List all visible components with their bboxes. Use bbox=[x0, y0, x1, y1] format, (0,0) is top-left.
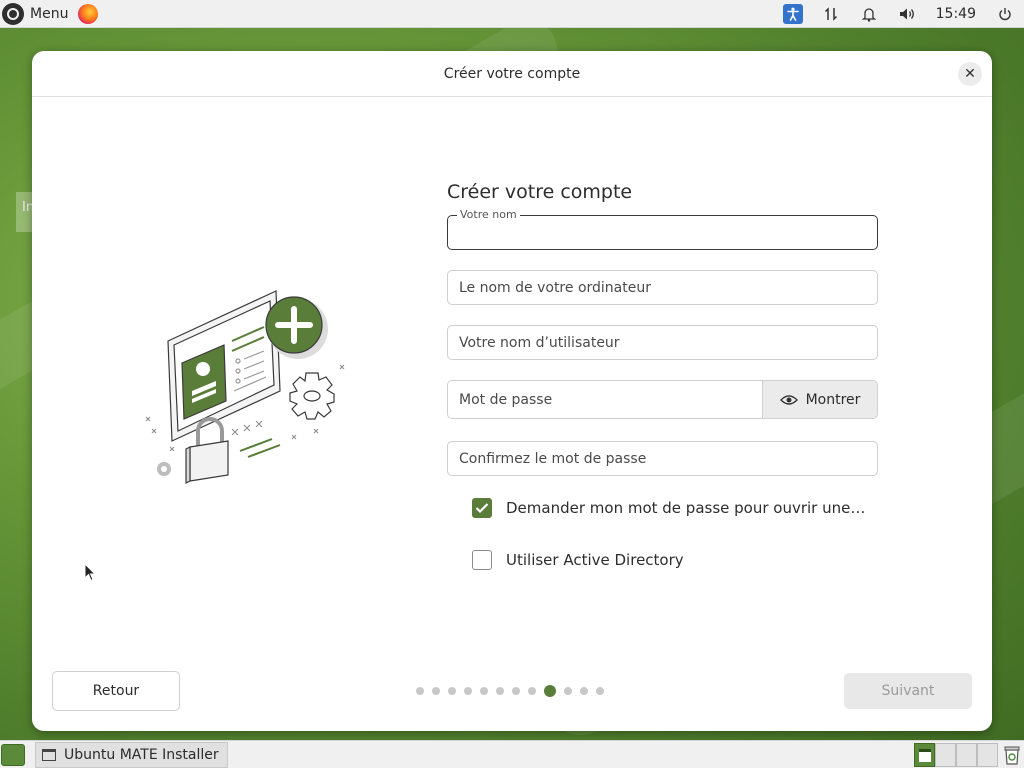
network-icon bbox=[824, 7, 837, 21]
computer-name-input[interactable] bbox=[448, 271, 877, 304]
computer-name-field[interactable] bbox=[447, 270, 878, 305]
close-icon: ✕ bbox=[964, 66, 976, 82]
workspace-1[interactable] bbox=[914, 743, 935, 767]
step-dot-active bbox=[544, 685, 556, 697]
trash-button[interactable] bbox=[1002, 743, 1022, 767]
step-dot bbox=[432, 687, 440, 695]
ubuntu-logo-icon bbox=[2, 2, 24, 25]
workspace-switcher bbox=[914, 743, 998, 767]
step-dot bbox=[416, 687, 424, 695]
accessibility-indicator[interactable] bbox=[774, 0, 812, 28]
username-field[interactable] bbox=[447, 325, 878, 360]
taskbar-item-label: Ubuntu MATE Installer bbox=[64, 746, 219, 763]
password-field[interactable]: Montrer bbox=[447, 380, 878, 419]
name-field-label: Votre nom bbox=[457, 208, 520, 221]
show-desktop-button[interactable] bbox=[1, 743, 25, 766]
network-indicator[interactable] bbox=[812, 0, 850, 28]
system-tray: 15:49 bbox=[774, 0, 1024, 28]
step-dot bbox=[528, 687, 536, 695]
trash-icon bbox=[1004, 746, 1020, 765]
ask-password-label: Demander mon mot de passe pour ouvrir un… bbox=[506, 499, 866, 517]
main-menu-button[interactable]: Menu bbox=[0, 0, 72, 28]
active-directory-option[interactable]: Utiliser Active Directory bbox=[472, 548, 878, 572]
step-dot bbox=[496, 687, 504, 695]
active-directory-checkbox[interactable] bbox=[472, 550, 492, 570]
step-dot bbox=[580, 687, 588, 695]
checkmark-icon bbox=[475, 503, 489, 514]
menu-label: Menu bbox=[30, 5, 69, 22]
notification-bell-icon bbox=[861, 7, 876, 22]
window-icon bbox=[42, 748, 56, 761]
step-dot bbox=[596, 687, 604, 695]
firefox-icon[interactable] bbox=[78, 3, 99, 24]
name-field[interactable]: Votre nom bbox=[447, 208, 878, 250]
notifications-indicator[interactable] bbox=[850, 0, 888, 28]
password-input[interactable] bbox=[448, 381, 762, 418]
volume-icon bbox=[899, 8, 914, 20]
taskbar-item-installer[interactable]: Ubuntu MATE Installer bbox=[35, 741, 228, 768]
step-dot bbox=[448, 687, 456, 695]
mouse-cursor-icon bbox=[84, 563, 96, 582]
form-heading: Créer votre compte bbox=[447, 181, 633, 203]
show-password-label: Montrer bbox=[805, 391, 861, 408]
confirm-password-field[interactable] bbox=[447, 441, 878, 476]
username-input[interactable] bbox=[448, 326, 877, 359]
ask-password-checkbox[interactable] bbox=[472, 498, 492, 518]
volume-indicator[interactable] bbox=[888, 0, 926, 28]
step-dot bbox=[564, 687, 572, 695]
bottom-panel: Ubuntu MATE Installer bbox=[0, 740, 1024, 768]
workspace-4[interactable] bbox=[977, 743, 998, 767]
step-dot bbox=[512, 687, 520, 695]
eye-icon bbox=[779, 394, 798, 405]
step-dot bbox=[480, 687, 488, 695]
show-password-button[interactable]: Montrer bbox=[762, 381, 877, 418]
clock[interactable]: 15:49 bbox=[926, 6, 986, 22]
step-dot bbox=[464, 687, 472, 695]
close-button[interactable]: ✕ bbox=[958, 62, 982, 86]
account-illustration bbox=[145, 290, 345, 484]
active-directory-label: Utiliser Active Directory bbox=[506, 551, 684, 569]
power-icon bbox=[999, 8, 1011, 21]
ask-password-option[interactable]: Demander mon mot de passe pour ouvrir un… bbox=[472, 496, 878, 520]
accessibility-icon bbox=[782, 4, 803, 24]
installer-window: Créer votre compte ✕ Créer votre compte … bbox=[32, 51, 992, 731]
window-titlebar[interactable]: Créer votre compte ✕ bbox=[32, 51, 992, 97]
window-title: Créer votre compte bbox=[443, 65, 581, 82]
power-indicator[interactable] bbox=[986, 0, 1024, 28]
back-button[interactable]: Retour bbox=[52, 671, 180, 711]
account-form: Créer votre compte Votre nom Montrer D bbox=[447, 181, 878, 572]
top-panel: Menu 15:49 bbox=[0, 0, 1024, 28]
workspace-2[interactable] bbox=[935, 743, 956, 767]
confirm-password-input[interactable] bbox=[448, 442, 877, 475]
step-indicator bbox=[416, 685, 604, 697]
workspace-3[interactable] bbox=[956, 743, 977, 767]
next-button[interactable]: Suivant bbox=[844, 673, 972, 709]
